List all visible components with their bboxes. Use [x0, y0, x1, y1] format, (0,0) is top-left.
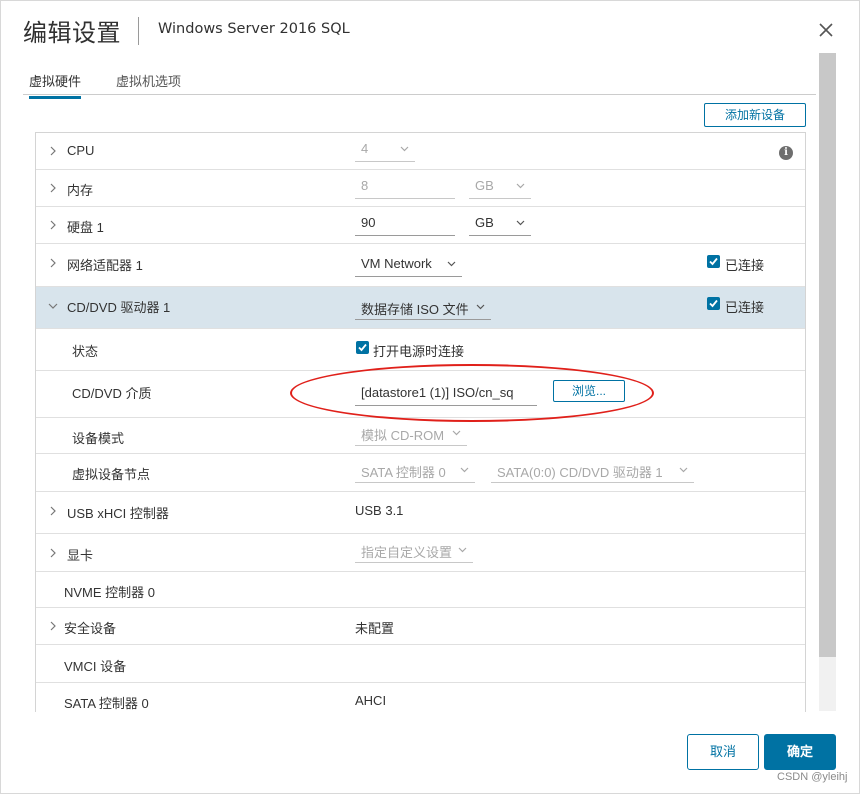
- info-icon[interactable]: i: [779, 146, 793, 160]
- network-connected-label: 已连接: [725, 258, 765, 273]
- browse-button[interactable]: 浏览...: [553, 380, 625, 402]
- hard-disk-unit: GB: [475, 215, 494, 230]
- hard-disk-unit-select[interactable]: GB: [469, 215, 531, 236]
- sata-controller-value: AHCI: [355, 693, 387, 708]
- network-adapter-label: 网络适配器 1: [67, 258, 143, 273]
- device-mode-label: 设备模式: [72, 431, 125, 446]
- nvme-controller-label: NVME 控制器 0: [64, 585, 156, 600]
- video-card-label: 显卡: [67, 548, 94, 563]
- cd-dvd-drive-label: CD/DVD 驱动器 1: [67, 300, 171, 315]
- memory-value: 8: [361, 178, 369, 193]
- cd-dvd-media-label: CD/DVD 介质: [72, 386, 152, 401]
- security-devices-label: 安全设备: [64, 621, 117, 636]
- virtual-device-node-label: 虚拟设备节点: [72, 467, 151, 482]
- checkmark-icon: [709, 299, 718, 308]
- cpu-label: CPU: [67, 143, 95, 158]
- row-device-mode: 设备模式 模拟 CD-ROM: [36, 418, 805, 454]
- security-devices-value: 未配置: [355, 621, 395, 636]
- row-status: 状态 打开电源时连接: [36, 329, 805, 371]
- chevron-down-icon: [476, 304, 485, 310]
- hard-disk-size-value: 90: [361, 215, 376, 230]
- connect-at-power-on-checkbox[interactable]: [356, 341, 369, 354]
- row-memory[interactable]: 内存 8 GB: [36, 170, 805, 207]
- cd-dvd-type-value: 数据存储 ISO 文件: [361, 302, 469, 317]
- chevron-down-icon: [679, 467, 688, 473]
- network-select[interactable]: VM Network: [355, 256, 462, 277]
- edit-settings-dialog: 编辑设置 Windows Server 2016 SQL 虚拟硬件 虚拟机选项 …: [0, 0, 860, 794]
- chevron-down-icon: [400, 146, 409, 152]
- dialog-title: 编辑设置: [23, 19, 121, 47]
- row-hard-disk[interactable]: 硬盘 1 90 GB: [36, 207, 805, 244]
- network-connected-checkbox[interactable]: [707, 255, 720, 268]
- memory-label: 内存: [67, 183, 94, 198]
- chevron-down-icon[interactable]: [48, 301, 58, 311]
- memory-unit-select[interactable]: GB: [469, 178, 531, 199]
- chevron-down-icon: [447, 261, 456, 267]
- scrollbar-thumb[interactable]: [819, 53, 836, 657]
- chevron-right-icon[interactable]: [48, 506, 58, 516]
- chevron-right-icon[interactable]: [48, 548, 58, 558]
- memory-unit: GB: [475, 178, 494, 193]
- chevron-right-icon[interactable]: [48, 183, 58, 193]
- close-icon[interactable]: [815, 19, 837, 41]
- device-mode-select[interactable]: 模拟 CD-ROM: [355, 425, 467, 446]
- chevron-right-icon[interactable]: [48, 146, 58, 156]
- controller-value: SATA 控制器 0: [361, 465, 446, 480]
- row-cpu[interactable]: CPU 4 i: [36, 133, 805, 170]
- watermark: CSDN @yleihj: [777, 771, 848, 783]
- tab-bar: 虚拟硬件 虚拟机选项: [23, 67, 816, 99]
- cd-dvd-connected-label: 已连接: [725, 300, 765, 315]
- usb-controller-value: USB 3.1: [355, 503, 404, 518]
- chevron-right-icon[interactable]: [48, 621, 58, 631]
- checkmark-icon: [358, 343, 367, 352]
- iso-path-input[interactable]: [datastore1 (1)] ISO/cn_sq: [355, 385, 537, 406]
- checkmark-icon: [709, 257, 718, 266]
- video-card-value: 指定自定义设置: [361, 545, 453, 560]
- memory-input[interactable]: 8: [355, 178, 455, 199]
- cd-dvd-connected-checkbox[interactable]: [707, 297, 720, 310]
- row-usb-controller[interactable]: USB xHCI 控制器 USB 3.1: [36, 492, 805, 534]
- row-virtual-device-node: 虚拟设备节点 SATA 控制器 0 SATA(0:0) CD/DVD 驱动器 1: [36, 454, 805, 492]
- chevron-down-icon: [452, 430, 461, 436]
- usb-controller-label: USB xHCI 控制器: [67, 506, 169, 521]
- row-network-adapter[interactable]: 网络适配器 1 VM Network 已连接: [36, 244, 805, 287]
- hard-disk-size-input[interactable]: 90: [355, 215, 455, 236]
- vmci-device-label: VMCI 设备: [64, 659, 127, 674]
- ok-button[interactable]: 确定: [764, 734, 836, 770]
- row-vmci-device: VMCI 设备: [36, 645, 805, 683]
- cpu-value: 4: [361, 141, 369, 156]
- video-card-select[interactable]: 指定自定义设置: [355, 542, 473, 563]
- row-nvme-controller: NVME 控制器 0: [36, 572, 805, 608]
- network-value: VM Network: [361, 256, 432, 271]
- row-sata-controller: SATA 控制器 0 AHCI: [36, 683, 805, 712]
- device-node-value: SATA(0:0) CD/DVD 驱动器 1: [497, 465, 663, 480]
- controller-select[interactable]: SATA 控制器 0: [355, 462, 475, 483]
- connect-at-power-on-label: 打开电源时连接: [373, 344, 465, 359]
- device-mode-value: 模拟 CD-ROM: [361, 428, 445, 443]
- cancel-button[interactable]: 取消: [687, 734, 759, 770]
- chevron-right-icon[interactable]: [48, 220, 58, 230]
- chevron-right-icon[interactable]: [48, 258, 58, 268]
- hard-disk-label: 硬盘 1: [67, 220, 104, 235]
- chevron-down-icon: [516, 220, 525, 226]
- chevron-down-icon: [460, 467, 469, 473]
- row-video-card[interactable]: 显卡 指定自定义设置: [36, 534, 805, 572]
- row-cd-dvd-media: CD/DVD 介质 [datastore1 (1)] ISO/cn_sq 浏览.…: [36, 371, 805, 418]
- cd-dvd-type-select[interactable]: 数据存储 ISO 文件: [355, 299, 491, 320]
- row-security-devices[interactable]: 安全设备 未配置: [36, 608, 805, 645]
- add-new-device-button[interactable]: 添加新设备: [704, 103, 806, 127]
- tab-virtual-hardware[interactable]: 虚拟硬件: [29, 71, 82, 99]
- row-cd-dvd-drive[interactable]: CD/DVD 驱动器 1 数据存储 ISO 文件 已连接: [36, 287, 805, 329]
- device-node-select[interactable]: SATA(0:0) CD/DVD 驱动器 1: [491, 462, 694, 483]
- hardware-table: CPU 4 i 内存 8 GB 硬盘 1 90 GB 网络适配器 1 VM Ne…: [35, 132, 806, 712]
- chevron-down-icon: [458, 547, 467, 553]
- tab-vm-options[interactable]: 虚拟机选项: [116, 71, 181, 96]
- sata-controller-label: SATA 控制器 0: [64, 696, 149, 711]
- chevron-down-icon: [516, 183, 525, 189]
- iso-path-value: [datastore1 (1)] ISO/cn_sq: [361, 385, 514, 400]
- status-label: 状态: [72, 344, 99, 359]
- title-separator: [138, 17, 139, 45]
- cpu-select[interactable]: 4: [355, 141, 415, 162]
- vm-name: Windows Server 2016 SQL: [158, 21, 350, 37]
